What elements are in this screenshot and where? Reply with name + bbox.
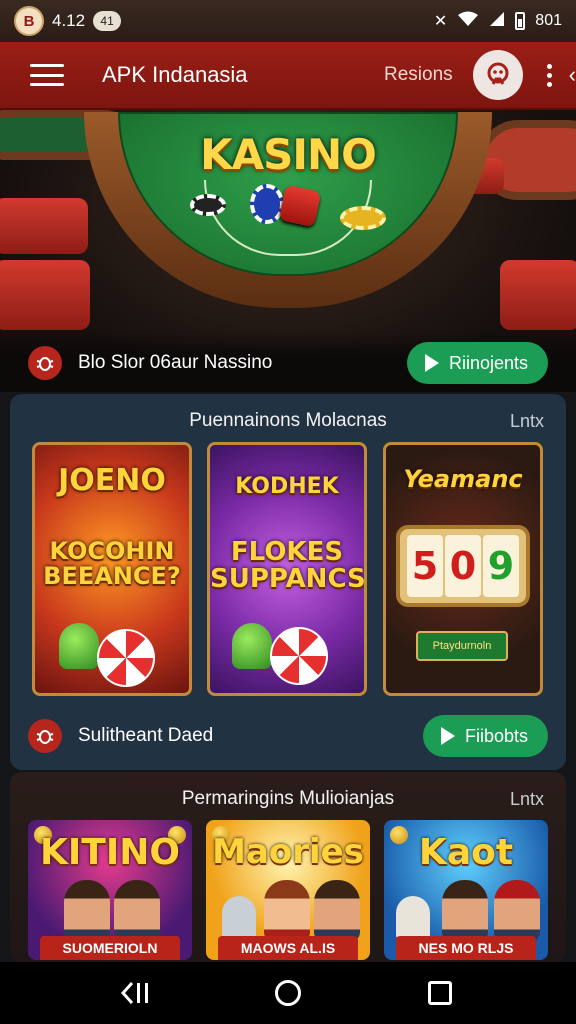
home-icon[interactable] <box>268 973 308 1013</box>
wifi-icon <box>457 11 479 32</box>
promo-title: Maories <box>212 832 364 872</box>
die <box>278 184 322 228</box>
game-banner: Ptaydurnoln <box>416 631 508 661</box>
notification-count-badge: 41 <box>93 11 122 31</box>
section-more-link[interactable]: Lntx <box>510 789 544 810</box>
section-action-label: Fiibobts <box>464 725 528 746</box>
chevron-left-icon[interactable]: ‹ <box>569 62 576 88</box>
chair <box>0 198 88 254</box>
chip <box>340 206 386 230</box>
app-bar: APK Indanasia Resions ‹ <box>0 42 576 110</box>
hero-action-label: Riinojents <box>448 352 528 373</box>
section-action-button[interactable]: Fiibobts <box>422 715 548 757</box>
bug-icon <box>28 719 62 753</box>
app-title: APK Indanasia <box>102 62 248 87</box>
signal-icon <box>489 11 505 32</box>
person-image <box>114 880 160 942</box>
candy-icon <box>97 629 155 687</box>
hero-banner[interactable]: KASINO Blo Slor 06aur Nassino Riinojents <box>0 110 576 392</box>
game-card[interactable]: JOENO KOCOHIN BEEANCE? <box>32 442 192 696</box>
app-notification-icon: B <box>14 6 44 36</box>
slot-reels: 5 0 9 <box>396 525 530 607</box>
recents-icon[interactable] <box>420 973 460 1013</box>
promo-card[interactable]: KITINO SUOMERIOLN <box>28 820 192 960</box>
bell-icon <box>232 623 272 669</box>
person-image <box>494 880 540 942</box>
promo-label: NES MO RLJS <box>396 936 536 960</box>
game-card-title: KOCOHIN BEEANCE? <box>43 537 181 591</box>
status-bar: B 4.12 41 ✕ 801 <box>0 0 576 42</box>
regions-link[interactable]: Resions <box>384 64 453 86</box>
section-title: Permaringins Mulioianjas <box>181 788 395 809</box>
play-icon <box>440 727 455 745</box>
hero-footer: Blo Slor 06aur Nassino Riinojents <box>0 332 576 392</box>
bell-icon <box>59 623 99 669</box>
promo-label: MAOWS AL.IS <box>218 936 358 960</box>
chair <box>0 260 90 330</box>
person-image <box>264 880 310 942</box>
chip <box>190 194 226 216</box>
status-time: 4.12 <box>52 11 86 30</box>
network-label: 801 <box>535 12 562 29</box>
game-card-logo: JOENO <box>58 463 166 498</box>
x-icon: ✕ <box>433 13 448 30</box>
featured-games-section: Puennainons Molacnas Lntx JOENO KOCOHIN … <box>10 394 566 770</box>
person-image <box>442 880 488 942</box>
promo-title: Kaot <box>418 832 514 873</box>
game-card-logo: Yeamanc <box>403 465 523 493</box>
system-nav-bar <box>0 962 576 1024</box>
candy-icon <box>270 627 328 685</box>
reel-symbol: 5 <box>407 535 443 597</box>
promo-card[interactable]: Kaot NES MO RLJS <box>384 820 548 960</box>
game-card-logo: KODHEK <box>235 474 339 499</box>
person-image <box>64 880 110 942</box>
back-icon[interactable] <box>116 973 156 1013</box>
section-caption: Sulitheant Daed <box>78 725 214 746</box>
battery-icon <box>515 12 526 30</box>
promo-label: SUOMERIOLN <box>40 936 180 960</box>
bug-icon <box>28 346 62 380</box>
play-icon <box>424 354 439 372</box>
reel-symbol: 0 <box>445 535 481 597</box>
chip <box>250 184 284 224</box>
chair <box>500 260 576 330</box>
menu-icon[interactable] <box>30 64 64 86</box>
promo-title: KITINO <box>40 832 180 873</box>
game-card-title: FLOKES SUPPANCS <box>210 537 366 595</box>
promotions-section: Permaringins Mulioianjas Lntx KITINO SUO… <box>10 772 566 962</box>
game-card[interactable]: KODHEK FLOKES SUPPANCS <box>207 442 367 696</box>
hero-title: KASINO <box>200 130 377 179</box>
person-image <box>314 880 360 942</box>
hero-caption: Blo Slor 06aur Nassino <box>78 352 273 373</box>
more-vert-icon[interactable] <box>545 63 555 87</box>
avatar-icon[interactable] <box>472 50 523 100</box>
reel-symbol: 9 <box>483 535 519 597</box>
promo-card[interactable]: Maories MAOWS AL.IS <box>206 820 370 960</box>
hero-action-button[interactable]: Riinojents <box>406 342 548 384</box>
game-card[interactable]: Yeamanc 5 0 9 Ptaydurnoln <box>383 442 543 696</box>
section-title: Puennainons Molacnas <box>189 410 387 431</box>
section-more-link[interactable]: Lntx <box>510 411 544 432</box>
